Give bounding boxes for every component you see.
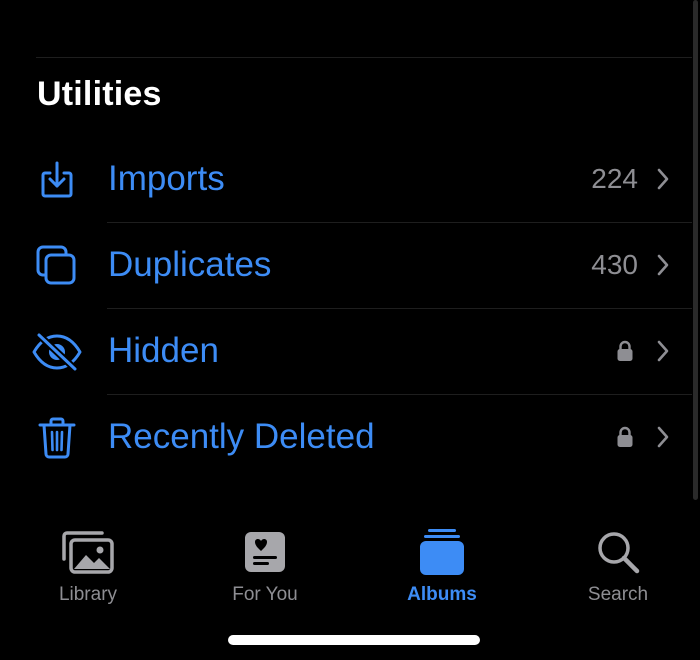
photos-icon: [58, 524, 118, 580]
albums-icon: [412, 524, 472, 580]
for-you-icon: [235, 524, 295, 580]
chevron-right-icon: [656, 425, 670, 449]
utility-label: Imports: [108, 159, 225, 198]
magnifier-icon: [588, 524, 648, 580]
home-indicator[interactable]: [228, 635, 480, 645]
utility-label: Duplicates: [108, 245, 272, 284]
tab-albums[interactable]: Albums: [372, 518, 512, 614]
utility-count: 430: [591, 249, 638, 280]
lock-icon: [616, 425, 634, 449]
tab-label: Search: [587, 584, 649, 605]
section-title: Utilities: [37, 75, 162, 113]
tab-label: For You: [232, 584, 298, 605]
tab-bar: Library For You Albums Search: [0, 508, 700, 618]
tab-library[interactable]: Library: [18, 518, 158, 614]
utilities-list: Imports 224 Duplicates 430 Hidden Recent…: [0, 137, 700, 481]
scroll-indicator[interactable]: [693, 0, 698, 500]
utility-row-duplicates[interactable]: Duplicates 430: [0, 223, 700, 309]
import-icon: [30, 157, 84, 203]
utility-label: Recently Deleted: [108, 417, 375, 456]
chevron-right-icon: [656, 253, 670, 277]
utility-row-recently-deleted[interactable]: Recently Deleted: [0, 395, 700, 481]
tab-label: Albums: [407, 584, 477, 605]
lock-icon: [616, 339, 634, 363]
chevron-right-icon: [656, 167, 670, 191]
duplicates-icon: [30, 243, 84, 289]
top-divider: [36, 57, 692, 58]
tab-search[interactable]: Search: [548, 518, 688, 614]
eye-slash-icon: [30, 329, 84, 375]
utility-count: 224: [591, 163, 638, 194]
tab-label: Library: [58, 584, 118, 605]
trash-icon: [30, 415, 84, 461]
utility-label: Hidden: [108, 331, 219, 370]
tab-for-you[interactable]: For You: [195, 518, 335, 614]
chevron-right-icon: [656, 339, 670, 363]
utility-row-imports[interactable]: Imports 224: [0, 137, 700, 223]
utility-row-hidden[interactable]: Hidden: [0, 309, 700, 395]
